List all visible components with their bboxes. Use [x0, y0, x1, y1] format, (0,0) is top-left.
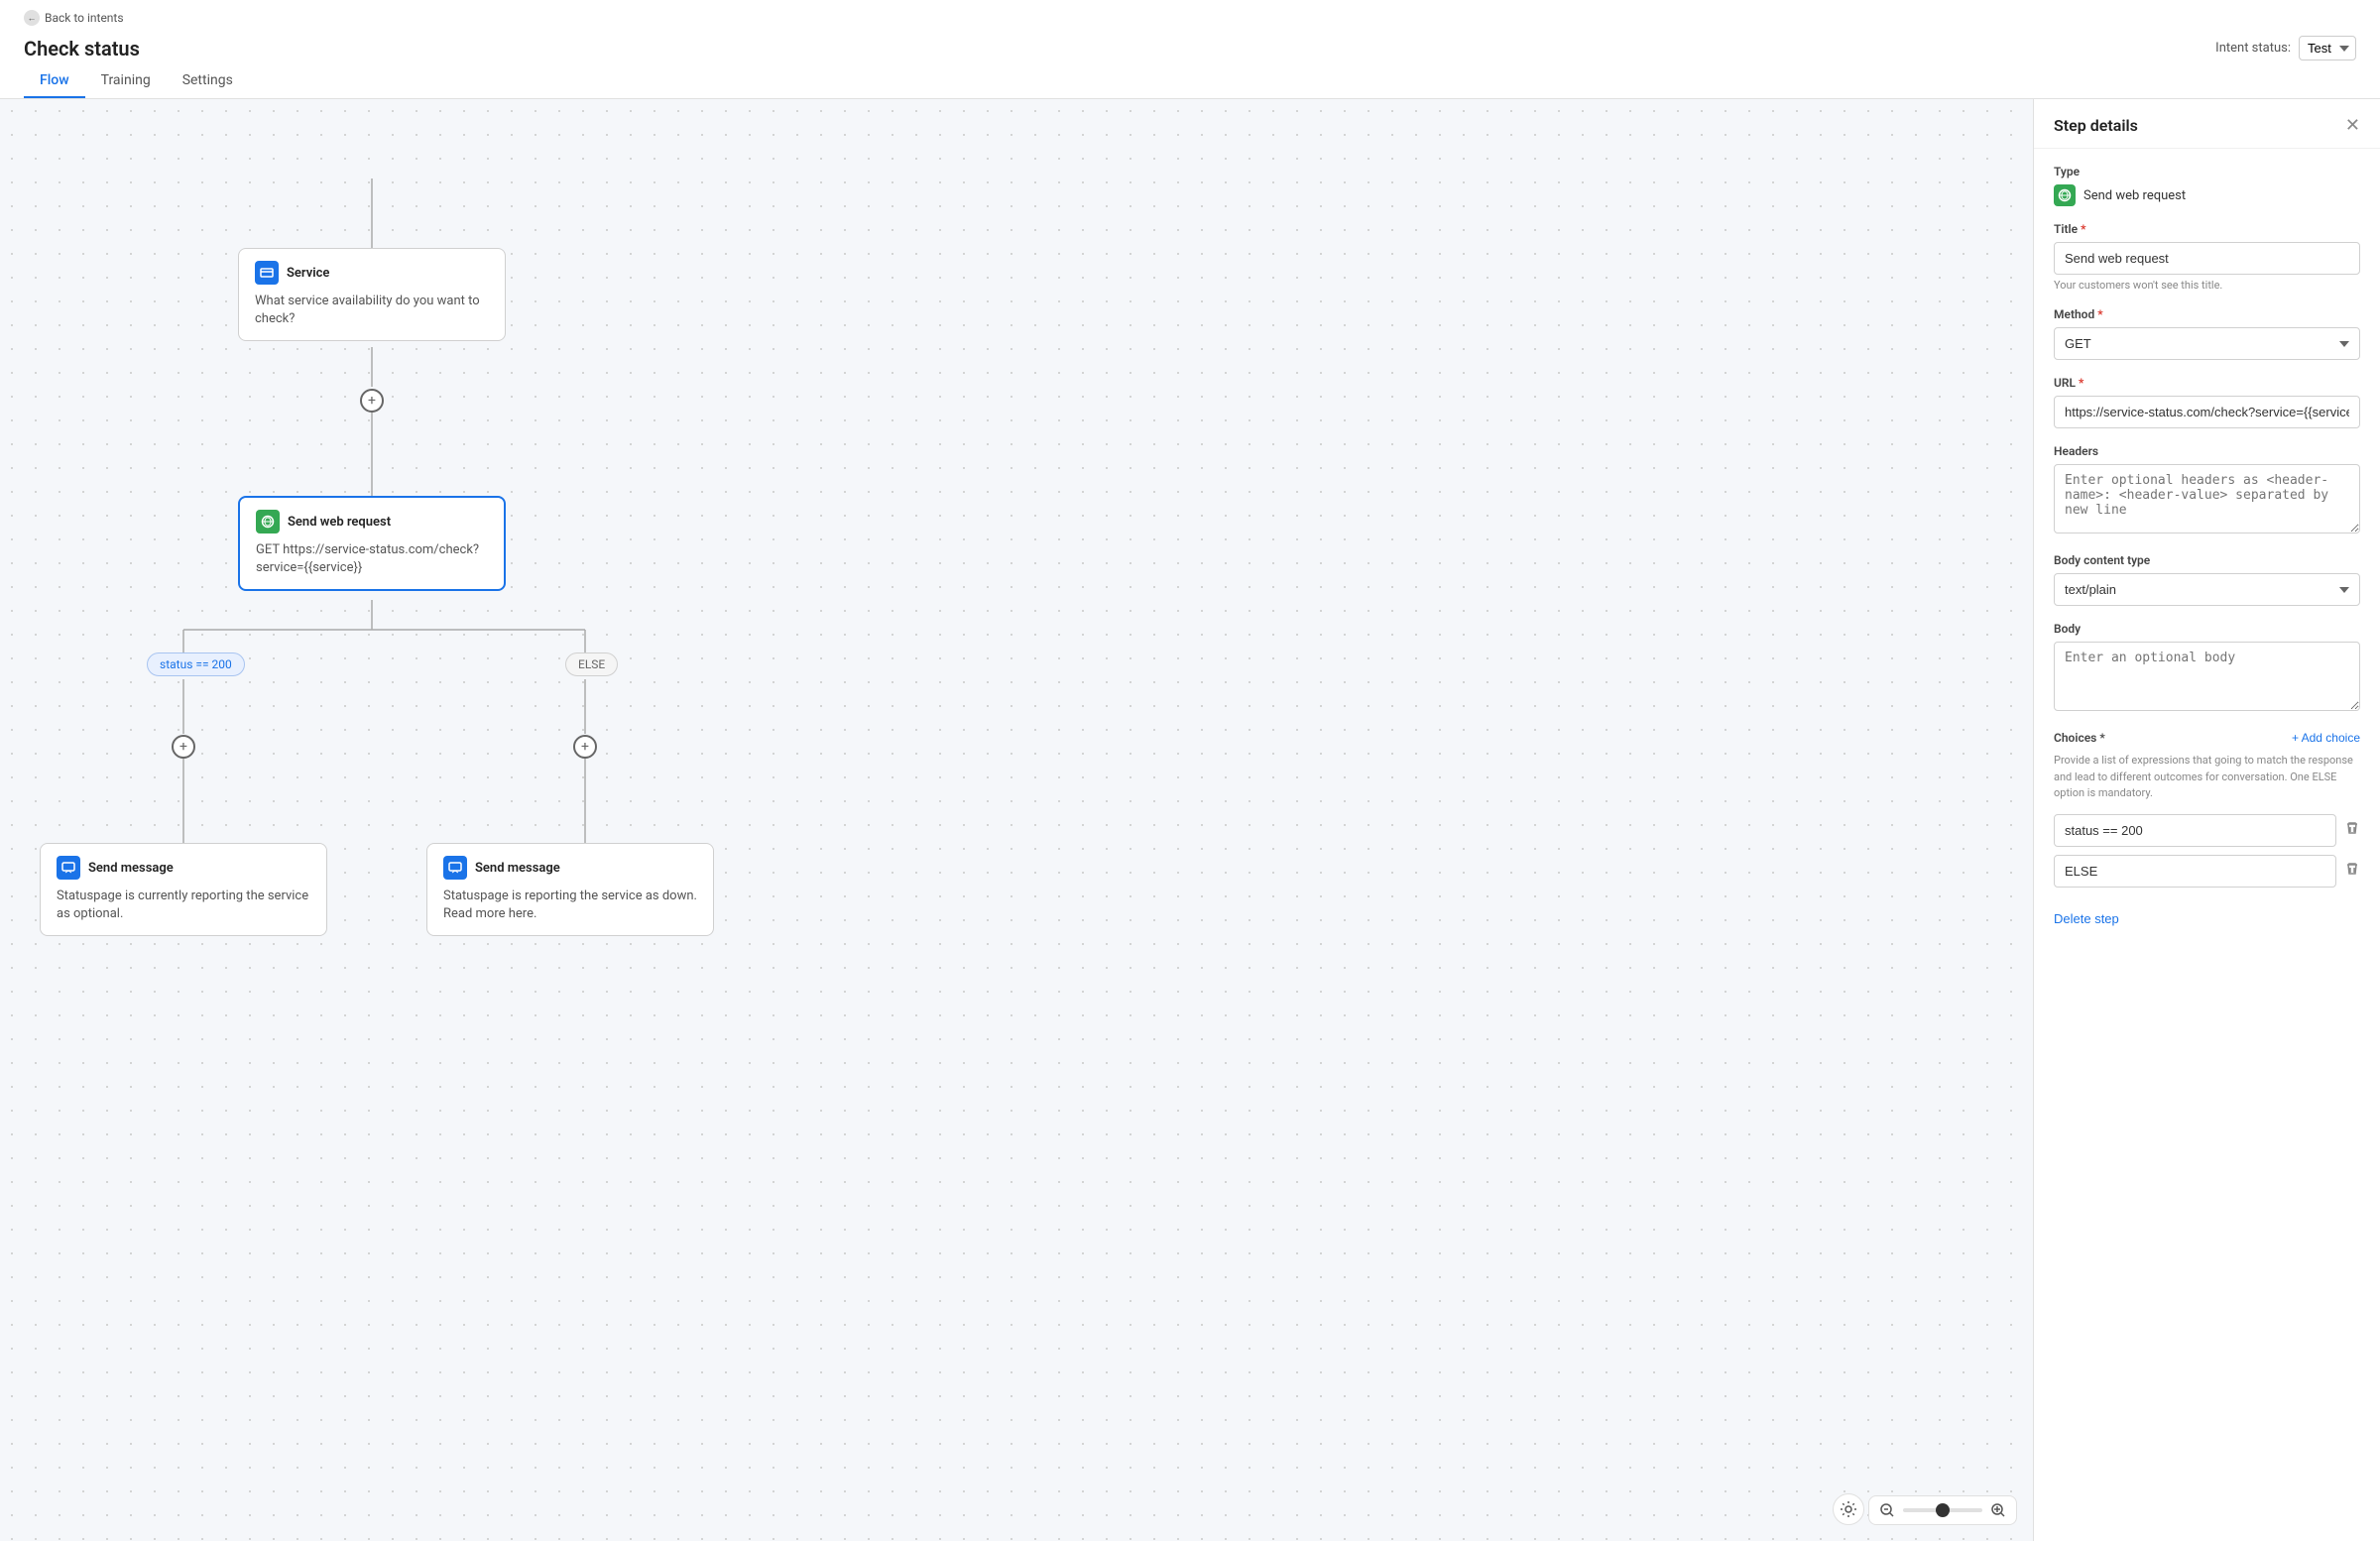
settings-icon-btn[interactable] [1833, 1493, 1864, 1525]
service-node-text: What service availability do you want to… [255, 293, 489, 328]
type-label: Type [2054, 165, 2360, 178]
send-message-2-title: Send message [475, 861, 560, 876]
web-request-node-header: Send web request [256, 510, 488, 533]
right-panel: Step details ✕ Type Send web request [2033, 99, 2380, 1541]
type-field-group: Type Send web request [2054, 165, 2360, 206]
title-field-label: Title * [2054, 222, 2360, 236]
body-content-type-select[interactable]: text/plain application/json application/… [2054, 573, 2360, 606]
choices-header: Choices * + Add choice [2054, 731, 2360, 745]
flow-canvas[interactable]: Service What service availability do you… [0, 99, 2033, 1541]
headers-label: Headers [2054, 444, 2360, 458]
choice-item-1 [2054, 814, 2360, 847]
delete-choice-2-btn[interactable] [2344, 861, 2360, 882]
add-choice-btn[interactable]: + Add choice [2292, 731, 2360, 745]
send-message-1-icon [57, 856, 80, 880]
zoom-controls [1868, 1495, 2017, 1525]
plus-btn-middle[interactable]: + [360, 389, 384, 413]
service-node[interactable]: Service What service availability do you… [238, 248, 506, 341]
body-field-group: Body [2054, 622, 2360, 715]
headers-field-group: Headers [2054, 444, 2360, 537]
intent-status: Intent status: Test Live [2215, 36, 2356, 60]
tabs: Flow Training Settings [24, 64, 2356, 98]
main-layout: Service What service availability do you… [0, 99, 2380, 1541]
zoom-thumb[interactable] [1936, 1503, 1950, 1517]
tab-flow[interactable]: Flow [24, 64, 85, 98]
panel-header: Step details ✕ [2034, 99, 2380, 149]
web-request-node-text: GET https://service-status.com/check?ser… [256, 541, 488, 577]
send-message-2-header: Send message [443, 856, 697, 880]
send-message-2-icon [443, 856, 467, 880]
back-to-intents-link[interactable]: ← Back to intents [24, 4, 2356, 28]
send-message-2-node[interactable]: Send message Statuspage is reporting the… [426, 843, 714, 936]
method-label: Method * [2054, 307, 2360, 321]
badge-else[interactable]: ELSE [565, 652, 618, 676]
choices-field-group: Choices * + Add choice Provide a list of… [2054, 731, 2360, 888]
tab-settings[interactable]: Settings [167, 64, 249, 98]
panel-close-btn[interactable]: ✕ [2345, 115, 2360, 136]
tab-training[interactable]: Training [85, 64, 167, 98]
web-request-node-icon [256, 510, 280, 533]
body-content-type-field-group: Body content type text/plain application… [2054, 553, 2360, 606]
back-label: Back to intents [45, 11, 124, 25]
send-message-1-header: Send message [57, 856, 310, 880]
title-field-group: Title * Your customers won't see this ti… [2054, 222, 2360, 292]
body-textarea[interactable] [2054, 642, 2360, 711]
title-input[interactable] [2054, 242, 2360, 275]
service-node-title: Service [287, 266, 329, 281]
choices-hint: Provide a list of expressions that going… [2054, 753, 2360, 802]
header-area: ← Back to intents Check status Intent st… [0, 0, 2380, 99]
back-icon: ← [24, 10, 40, 26]
plus-btn-left[interactable]: + [172, 735, 195, 759]
web-request-node-title: Send web request [288, 515, 391, 530]
choice-input-1[interactable] [2054, 814, 2336, 847]
choice-input-2[interactable] [2054, 855, 2336, 888]
body-label: Body [2054, 622, 2360, 636]
title-row: Check status Intent status: Test Live [24, 28, 2356, 64]
url-input[interactable] [2054, 396, 2360, 428]
send-message-1-node[interactable]: Send message Statuspage is currently rep… [40, 843, 327, 936]
zoom-out-btn[interactable] [1879, 1502, 1895, 1518]
badge-status200[interactable]: status == 200 [147, 652, 245, 676]
method-select[interactable]: GET POST PUT DELETE PATCH [2054, 327, 2360, 360]
intent-status-label: Intent status: [2215, 41, 2291, 56]
intent-status-select[interactable]: Test Live [2299, 36, 2356, 60]
service-node-icon [255, 261, 279, 285]
choice-item-2 [2054, 855, 2360, 888]
page-title: Check status [24, 37, 2215, 60]
url-field-group: URL * [2054, 376, 2360, 428]
delete-step-btn[interactable]: Delete step [2054, 911, 2119, 926]
method-field-group: Method * GET POST PUT DELETE PATCH [2054, 307, 2360, 360]
body-content-type-label: Body content type [2054, 553, 2360, 567]
zoom-in-btn[interactable] [1990, 1502, 2006, 1518]
type-display: Send web request [2054, 184, 2360, 206]
title-hint: Your customers won't see this title. [2054, 279, 2360, 292]
delete-choice-1-btn[interactable] [2344, 820, 2360, 841]
headers-textarea[interactable] [2054, 464, 2360, 533]
panel-title: Step details [2054, 116, 2138, 135]
panel-body: Type Send web request Title * [2034, 149, 2380, 1541]
send-message-2-text: Statuspage is reporting the service as d… [443, 888, 697, 923]
zoom-slider[interactable] [1903, 1508, 1982, 1512]
type-icon [2054, 184, 2076, 206]
send-message-1-text: Statuspage is currently reporting the se… [57, 888, 310, 923]
send-message-1-title: Send message [88, 861, 174, 876]
web-request-node[interactable]: Send web request GET https://service-sta… [238, 496, 506, 591]
type-value: Send web request [2083, 188, 2186, 203]
service-node-header: Service [255, 261, 489, 285]
plus-btn-right[interactable]: + [573, 735, 597, 759]
url-label: URL * [2054, 376, 2360, 390]
